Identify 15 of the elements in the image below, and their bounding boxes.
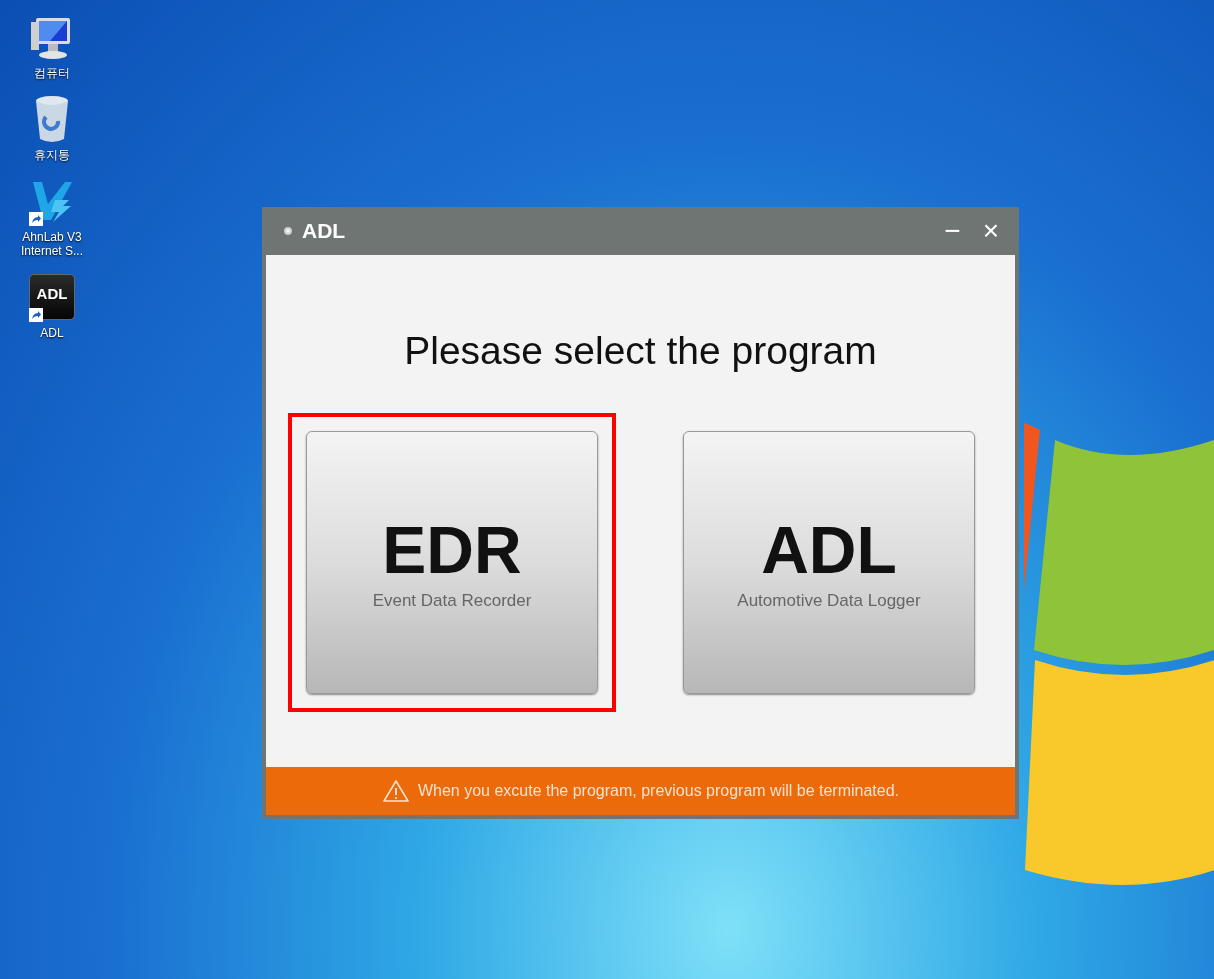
heading: Plesase select the program: [404, 329, 877, 373]
desktop-icon-label[interactable]: ADL: [40, 326, 64, 340]
warning-icon: [381, 779, 410, 803]
window-dot-icon: [284, 227, 292, 235]
warning-text: When you excute the program, previous program will be terminated.: [417, 782, 900, 800]
program-button[interactable]: EDR Event Data Recorder: [306, 431, 598, 694]
adl-app-icon[interactable]: ADL: [29, 274, 75, 320]
close-button[interactable]: ×: [976, 217, 1005, 245]
desktop-icon-label[interactable]: 휴지통: [34, 148, 70, 162]
recycle-bin-icon: [35, 95, 69, 143]
window-title: ADL: [302, 219, 347, 243]
desktop-icon-label[interactable]: AhnLab V3 Internet S...: [7, 230, 97, 258]
desktop-icon-label[interactable]: 컴퓨터: [34, 66, 70, 80]
program-button[interactable]: ADL Automotive Data Logger: [683, 431, 975, 694]
minimize-button[interactable]: −: [938, 217, 967, 245]
